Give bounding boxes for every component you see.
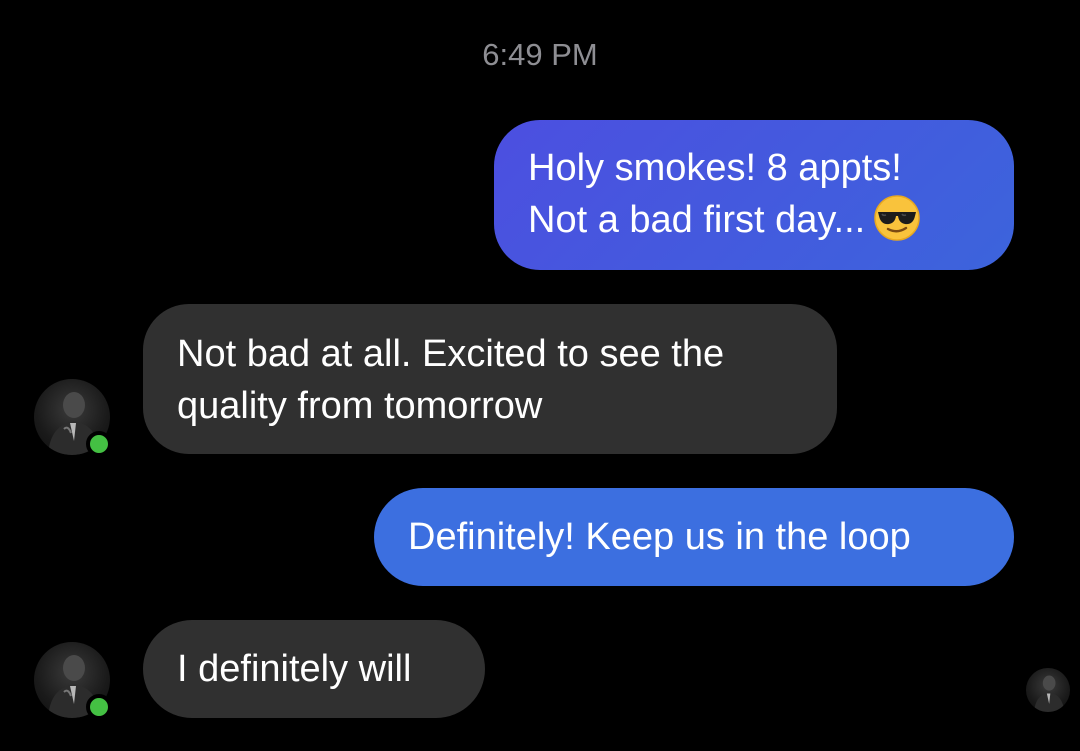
message-text-line: Not bad at all. Excited to see the	[177, 333, 725, 375]
online-status-dot	[86, 694, 112, 720]
message-text-line: quality from tomorrow	[177, 385, 543, 427]
incoming-message-bubble[interactable]: Not bad at all. Excited to see the quali…	[143, 304, 837, 454]
outgoing-message-bubble[interactable]: Holy smokes! 8 appts! Not a bad first da…	[494, 120, 1014, 270]
person-silhouette-icon	[1034, 675, 1065, 712]
message-text-line: Not a bad first day...	[528, 194, 984, 246]
contact-avatar[interactable]	[34, 642, 112, 720]
incoming-message-bubble[interactable]: I definitely will	[143, 620, 485, 718]
message-text-line: I definitely will	[177, 648, 412, 690]
online-status-dot	[86, 431, 112, 457]
contact-avatar[interactable]	[34, 379, 112, 457]
read-receipt-avatar	[1026, 668, 1070, 712]
sunglasses-emoji-icon	[874, 195, 920, 241]
message-text: Not a bad first day...	[528, 199, 866, 241]
message-text-line: Holy smokes! 8 appts!	[528, 147, 902, 189]
message-text-line: Definitely! Keep us in the loop	[408, 516, 911, 558]
message-timestamp: 6:49 PM	[482, 37, 598, 72]
outgoing-message-bubble[interactable]: Definitely! Keep us in the loop	[374, 488, 1014, 586]
